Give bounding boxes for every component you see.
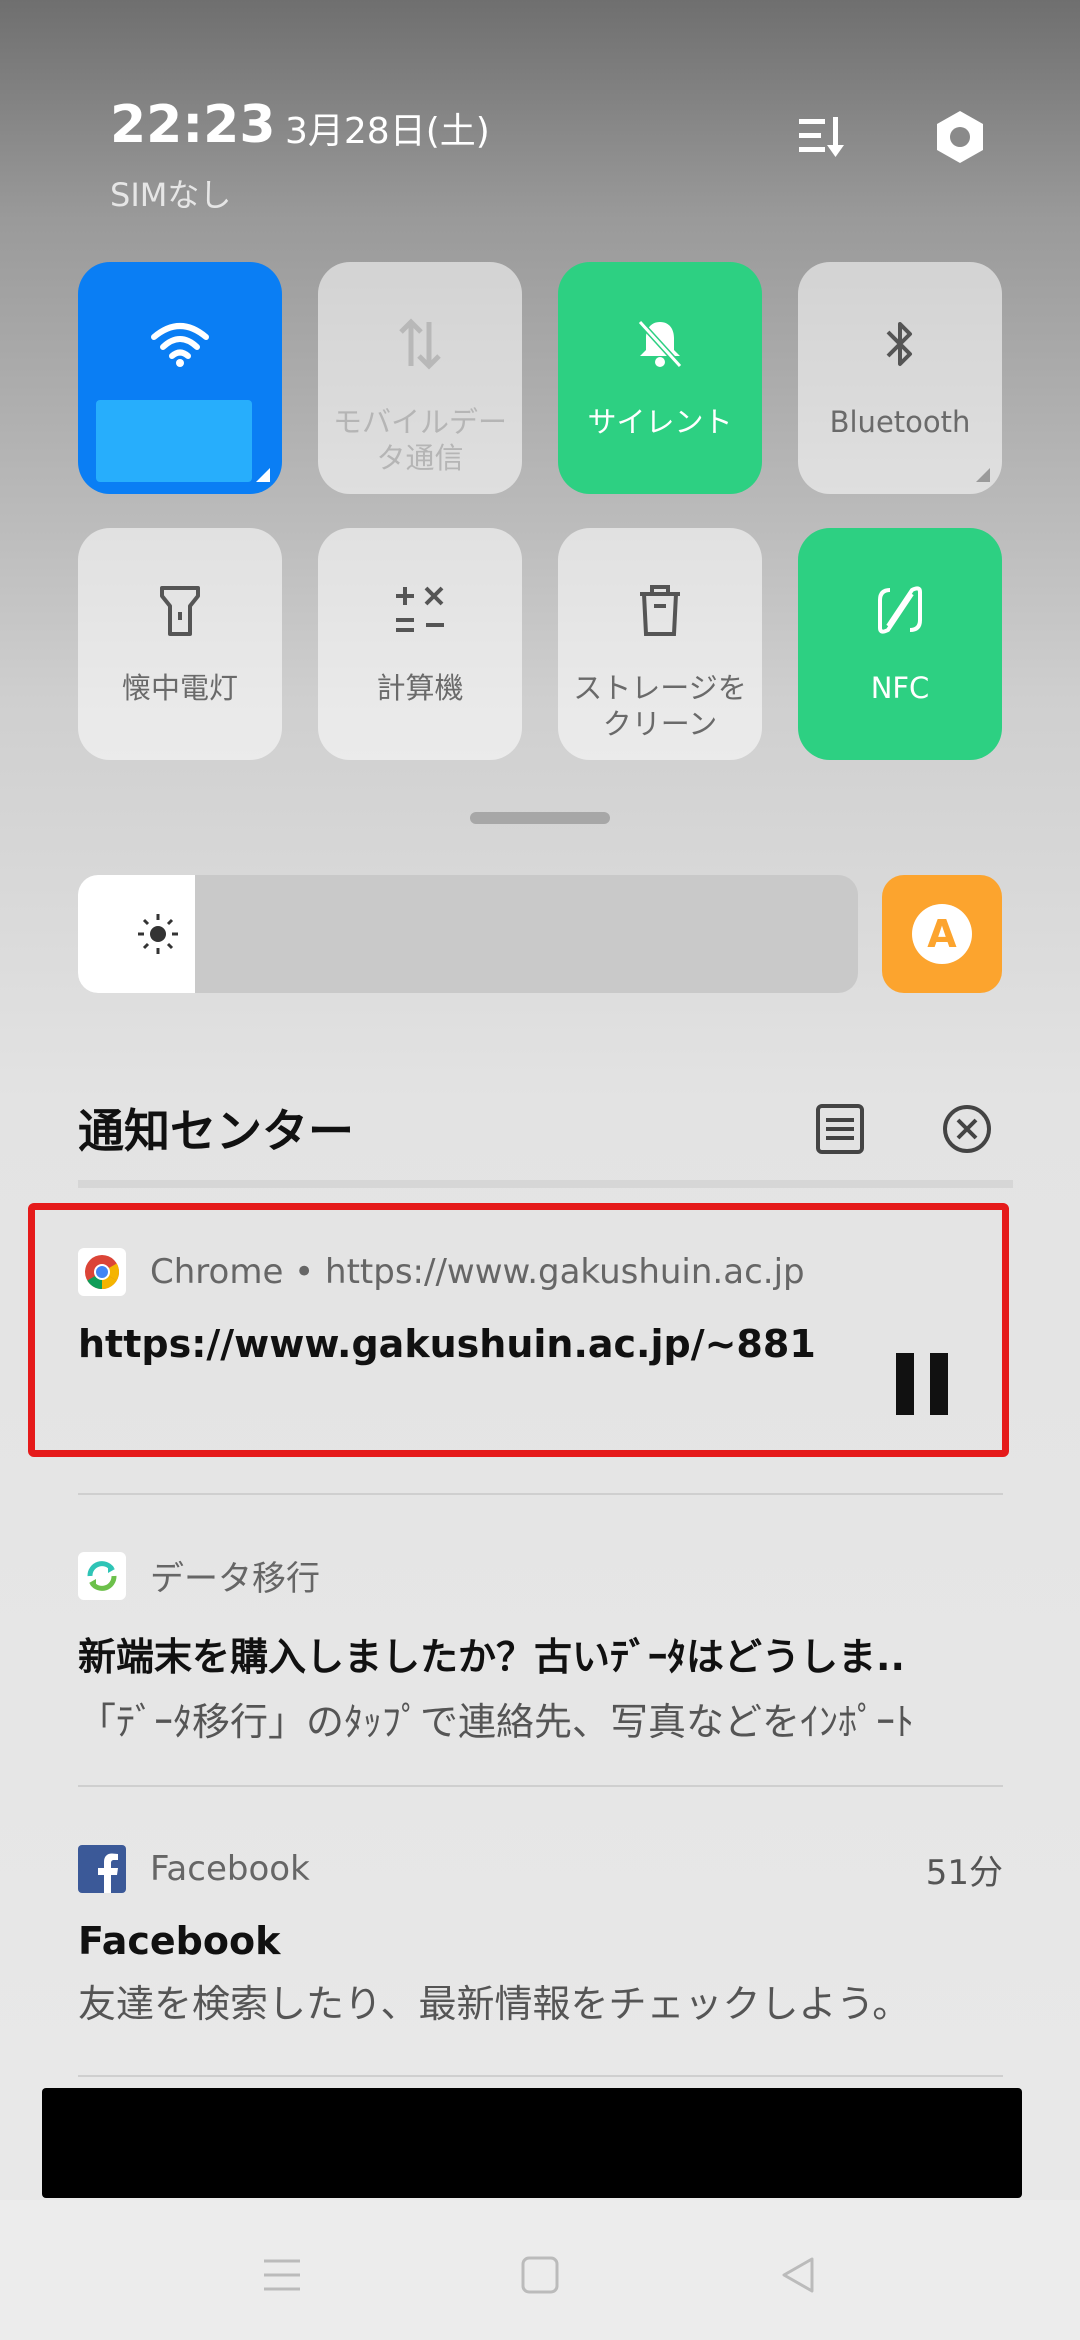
notification-facebook[interactable]: Facebook 51分 Facebook 友達を検索したり、最新情報をチェック… xyxy=(78,1845,1003,2028)
brightness-sun-icon xyxy=(133,909,183,959)
auto-brightness-label: A xyxy=(912,904,972,964)
expand-corner xyxy=(256,468,270,482)
tile-flashlight[interactable]: 懐中電灯 xyxy=(78,528,282,760)
tile-label: 計算機 xyxy=(376,671,464,705)
settings-hex-icon[interactable] xyxy=(925,102,995,172)
notification-time: 51分 xyxy=(925,1852,1003,1893)
tile-wifi[interactable] xyxy=(78,262,282,494)
notification-divider xyxy=(78,1493,1003,1495)
notification-divider xyxy=(78,2075,1003,2077)
redacted-bar xyxy=(42,2088,1022,2198)
tile-label: モバイルデータ通信 xyxy=(332,405,507,475)
tile-clean-storage[interactable]: ストレージをクリーン xyxy=(558,528,762,760)
sim-status: SIMなし xyxy=(110,176,232,214)
tile-label: ストレージをクリーン xyxy=(573,671,747,741)
notification-data-transfer[interactable]: データ移行 新端末を購入しましたか？古いﾃﾞｰﾀはどうしま.. 「ﾃﾞｰﾀ移行」… xyxy=(78,1551,1003,1746)
mobile-data-icon xyxy=(380,304,460,384)
flashlight-icon xyxy=(140,570,220,650)
tile-label: サイレント xyxy=(587,405,733,439)
notification-title: Facebook xyxy=(78,1919,281,1963)
notification-body: 「ﾃﾞｰﾀ移行」のﾀｯﾌﾟで連絡先、写真などをｲﾝﾎﾟｰﾄ xyxy=(78,1700,915,1744)
auto-brightness-button[interactable]: A xyxy=(882,875,1002,993)
tile-silent[interactable]: サイレント xyxy=(558,262,762,494)
notification-title: 新端末を購入しましたか？古いﾃﾞｰﾀはどうしま.. xyxy=(78,1635,905,1679)
panel-drag-handle[interactable] xyxy=(470,812,610,824)
highlight-box xyxy=(28,1203,1009,1457)
notification-divider xyxy=(78,1785,1003,1787)
notification-manage-icon[interactable] xyxy=(812,1100,870,1158)
wifi-icon xyxy=(140,304,220,384)
notification-center-title: 通知センター xyxy=(78,1104,354,1158)
tile-label: NFC xyxy=(870,671,930,705)
clear-all-icon[interactable] xyxy=(938,1100,996,1158)
notification-app-name: データ移行 xyxy=(150,1559,320,1599)
tile-calculator[interactable]: 計算機 xyxy=(318,528,522,760)
expand-corner xyxy=(976,468,990,482)
home-nav-icon[interactable] xyxy=(510,2245,570,2305)
tile-bluetooth[interactable]: Bluetooth xyxy=(798,262,1002,494)
tile-mobile-data[interactable]: モバイルデータ通信 xyxy=(318,262,522,494)
tile-nfc[interactable]: NFC xyxy=(798,528,1002,760)
date-label: 3月28日(土) xyxy=(285,111,490,152)
notification-app-name: Facebook xyxy=(150,1849,310,1889)
facebook-icon xyxy=(78,1845,126,1893)
brightness-slider[interactable] xyxy=(78,875,858,993)
tile-label: Bluetooth xyxy=(829,405,971,439)
calculator-icon xyxy=(380,570,460,650)
nfc-icon xyxy=(860,570,940,650)
trash-icon xyxy=(620,570,700,650)
notification-center-separator xyxy=(78,1180,1013,1188)
sort-edit-icon[interactable] xyxy=(786,102,856,172)
back-nav-icon[interactable] xyxy=(768,2245,828,2305)
notification-body: 友達を検索したり、最新情報をチェックしよう。 xyxy=(78,1982,911,2026)
silent-bell-icon xyxy=(620,304,700,384)
wifi-label-area xyxy=(96,400,252,482)
bluetooth-icon xyxy=(860,304,940,384)
tile-label: 懐中電灯 xyxy=(121,671,238,705)
menu-nav-icon[interactable] xyxy=(252,2245,312,2305)
data-transfer-icon xyxy=(78,1551,126,1600)
clock-time: 22:23 xyxy=(110,95,276,155)
